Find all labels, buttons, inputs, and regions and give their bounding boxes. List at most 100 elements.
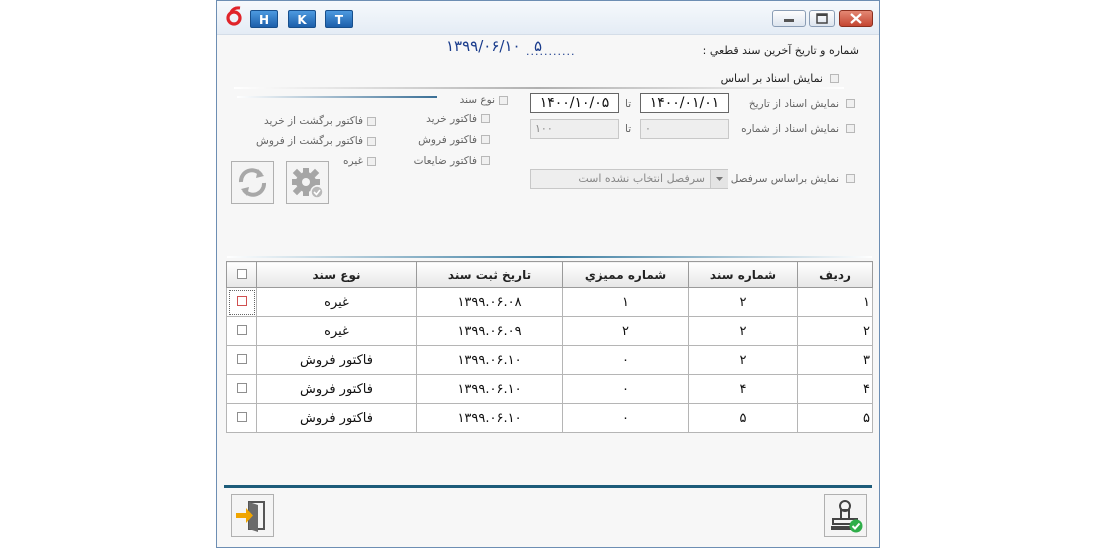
k-button[interactable]: K (288, 10, 316, 28)
filter-separator (234, 87, 844, 89)
select-all-header[interactable] (226, 261, 257, 288)
dropdown-arrow-button[interactable] (710, 170, 728, 188)
bottom-separator (224, 485, 872, 488)
table-header-row: ردیف شماره سند شماره مميزي تاریخ ثبت سند… (226, 261, 873, 288)
table-row[interactable]: ۱ ۲ ۱ ۱۳۹۹.۰۶.۰۸ غیره (226, 287, 873, 317)
main-window: H K T شماره و تاریخ آخرین سند قطعي : ۱۳۹… (216, 0, 880, 548)
col-row[interactable]: ردیف (797, 261, 873, 288)
date-to-label: تا (625, 98, 632, 110)
waste-invoice-checkbox[interactable] (481, 156, 490, 165)
doc-type-separator (237, 96, 437, 98)
grid-separator (227, 256, 872, 258)
date-filter-checkbox[interactable] (846, 99, 855, 108)
select-all-checkbox[interactable] (236, 268, 247, 279)
cell-reg-date: ۱۳۹۹.۰۶.۱۰ (416, 374, 563, 404)
cell-select[interactable] (226, 374, 257, 404)
row-checkbox[interactable] (236, 324, 247, 335)
date-filter-label: نمایش اسناد از تاریخ (748, 98, 839, 110)
documents-table: ردیف شماره سند شماره مميزي تاریخ ثبت سند… (226, 261, 873, 433)
exit-door-icon (236, 501, 265, 532)
cell-doc-type: فاکتور فروش (256, 403, 417, 433)
row-checkbox[interactable] (236, 411, 247, 422)
cell-row: ۴ (797, 374, 873, 404)
purchase-return-checkbox[interactable] (367, 117, 376, 126)
cell-doc-number: ۲ (688, 345, 798, 375)
number-filter-checkbox[interactable] (846, 124, 855, 133)
maximize-icon (816, 13, 828, 24)
cell-select[interactable] (226, 316, 257, 346)
settings-button[interactable] (286, 161, 329, 204)
title-bar: H K T (217, 1, 879, 35)
purchase-invoice-label: فاکتور خرید (426, 113, 477, 125)
cell-audit-number: ۲ (562, 316, 689, 346)
cell-doc-type: غیره (256, 316, 417, 346)
stamp-approve-icon (831, 500, 863, 533)
filter-by-label: نمایش اسناد بر اساس (720, 72, 823, 85)
date-to-input[interactable]: ۱۴۰۰/۱۰/۰۵ (530, 93, 619, 113)
exit-button[interactable] (231, 494, 274, 537)
number-to-label: تا (625, 123, 632, 135)
close-button[interactable] (839, 10, 873, 27)
last-doc-dots: ........... (526, 45, 576, 58)
row-checkbox[interactable] (236, 295, 247, 306)
other-checkbox[interactable] (367, 157, 376, 166)
heading-select[interactable]: سرفصل انتخاب نشده است (530, 169, 728, 189)
cell-doc-type: فاکتور فروش (256, 345, 417, 375)
cell-doc-type: فاکتور فروش (256, 374, 417, 404)
number-from-input[interactable]: ۰ (640, 119, 729, 139)
sales-return-checkbox[interactable] (367, 137, 376, 146)
filter-by-checkbox[interactable] (830, 74, 839, 83)
cell-select[interactable] (226, 403, 257, 433)
cell-select[interactable] (226, 287, 257, 317)
col-doc-type[interactable]: نوع سند (256, 261, 417, 288)
cell-select[interactable] (226, 345, 257, 375)
chevron-down-icon (716, 177, 723, 181)
purchase-return-label: فاکتور برگشت از خرید (264, 115, 363, 127)
cell-audit-number: ۱ (562, 287, 689, 317)
date-from-input[interactable]: ۱۴۰۰/۰۱/۰۱ (640, 93, 729, 113)
other-label: غیره (343, 155, 363, 167)
table-row[interactable]: ۴ ۴ ۰ ۱۳۹۹.۰۶.۱۰ فاکتور فروش (226, 374, 873, 404)
cell-row: ۳ (797, 345, 873, 375)
table-row[interactable]: ۵ ۵ ۰ ۱۳۹۹.۰۶.۱۰ فاکتور فروش (226, 403, 873, 433)
t-button[interactable]: T (325, 10, 353, 28)
cell-doc-number: ۴ (688, 374, 798, 404)
gear-icon (292, 168, 324, 199)
cell-audit-number: ۰ (562, 345, 689, 375)
sales-return-label: فاکتور برگشت از فروش (256, 135, 363, 147)
col-doc-number[interactable]: شماره سند (688, 261, 798, 288)
sales-invoice-label: فاکتور فروش (418, 134, 477, 146)
number-to-input[interactable]: ۱۰۰ (530, 119, 619, 139)
table-row[interactable]: ۲ ۲ ۲ ۱۳۹۹.۰۶.۰۹ غیره (226, 316, 873, 346)
cell-doc-type: غیره (256, 287, 417, 317)
waste-invoice-label: فاکتور ضایعات (413, 155, 477, 167)
sales-invoice-checkbox[interactable] (481, 135, 490, 144)
maximize-button[interactable] (809, 10, 835, 27)
doc-type-label: نوع سند (459, 94, 495, 106)
last-doc-label: شماره و تاریخ آخرین سند قطعي : (702, 44, 859, 57)
heading-select-value: سرفصل انتخاب نشده است (578, 172, 705, 185)
cell-row: ۱ (797, 287, 873, 317)
cell-doc-number: ۲ (688, 316, 798, 346)
refresh-button[interactable] (231, 161, 274, 204)
cell-doc-number: ۲ (688, 287, 798, 317)
col-reg-date[interactable]: تاریخ ثبت سند (416, 261, 563, 288)
h-button[interactable]: H (250, 10, 278, 28)
approve-button[interactable] (824, 494, 867, 537)
heading-filter-checkbox[interactable] (846, 174, 855, 183)
cell-reg-date: ۱۳۹۹.۰۶.۰۹ (416, 316, 563, 346)
cell-row: ۲ (797, 316, 873, 346)
table-row[interactable]: ۳ ۲ ۰ ۱۳۹۹.۰۶.۱۰ فاکتور فروش (226, 345, 873, 375)
minimize-button[interactable] (772, 10, 806, 27)
cell-audit-number: ۰ (562, 403, 689, 433)
app-logo-icon (225, 6, 243, 26)
last-doc-date: ۱۳۹۹/۰۶/۱۰ (446, 37, 521, 55)
cell-row: ۵ (797, 403, 873, 433)
row-checkbox[interactable] (236, 353, 247, 364)
doc-type-checkbox[interactable] (499, 96, 508, 105)
purchase-invoice-checkbox[interactable] (481, 114, 490, 123)
cell-doc-number: ۵ (688, 403, 798, 433)
col-audit-number[interactable]: شماره مميزي (562, 261, 689, 288)
close-icon (850, 13, 862, 24)
row-checkbox[interactable] (236, 382, 247, 393)
